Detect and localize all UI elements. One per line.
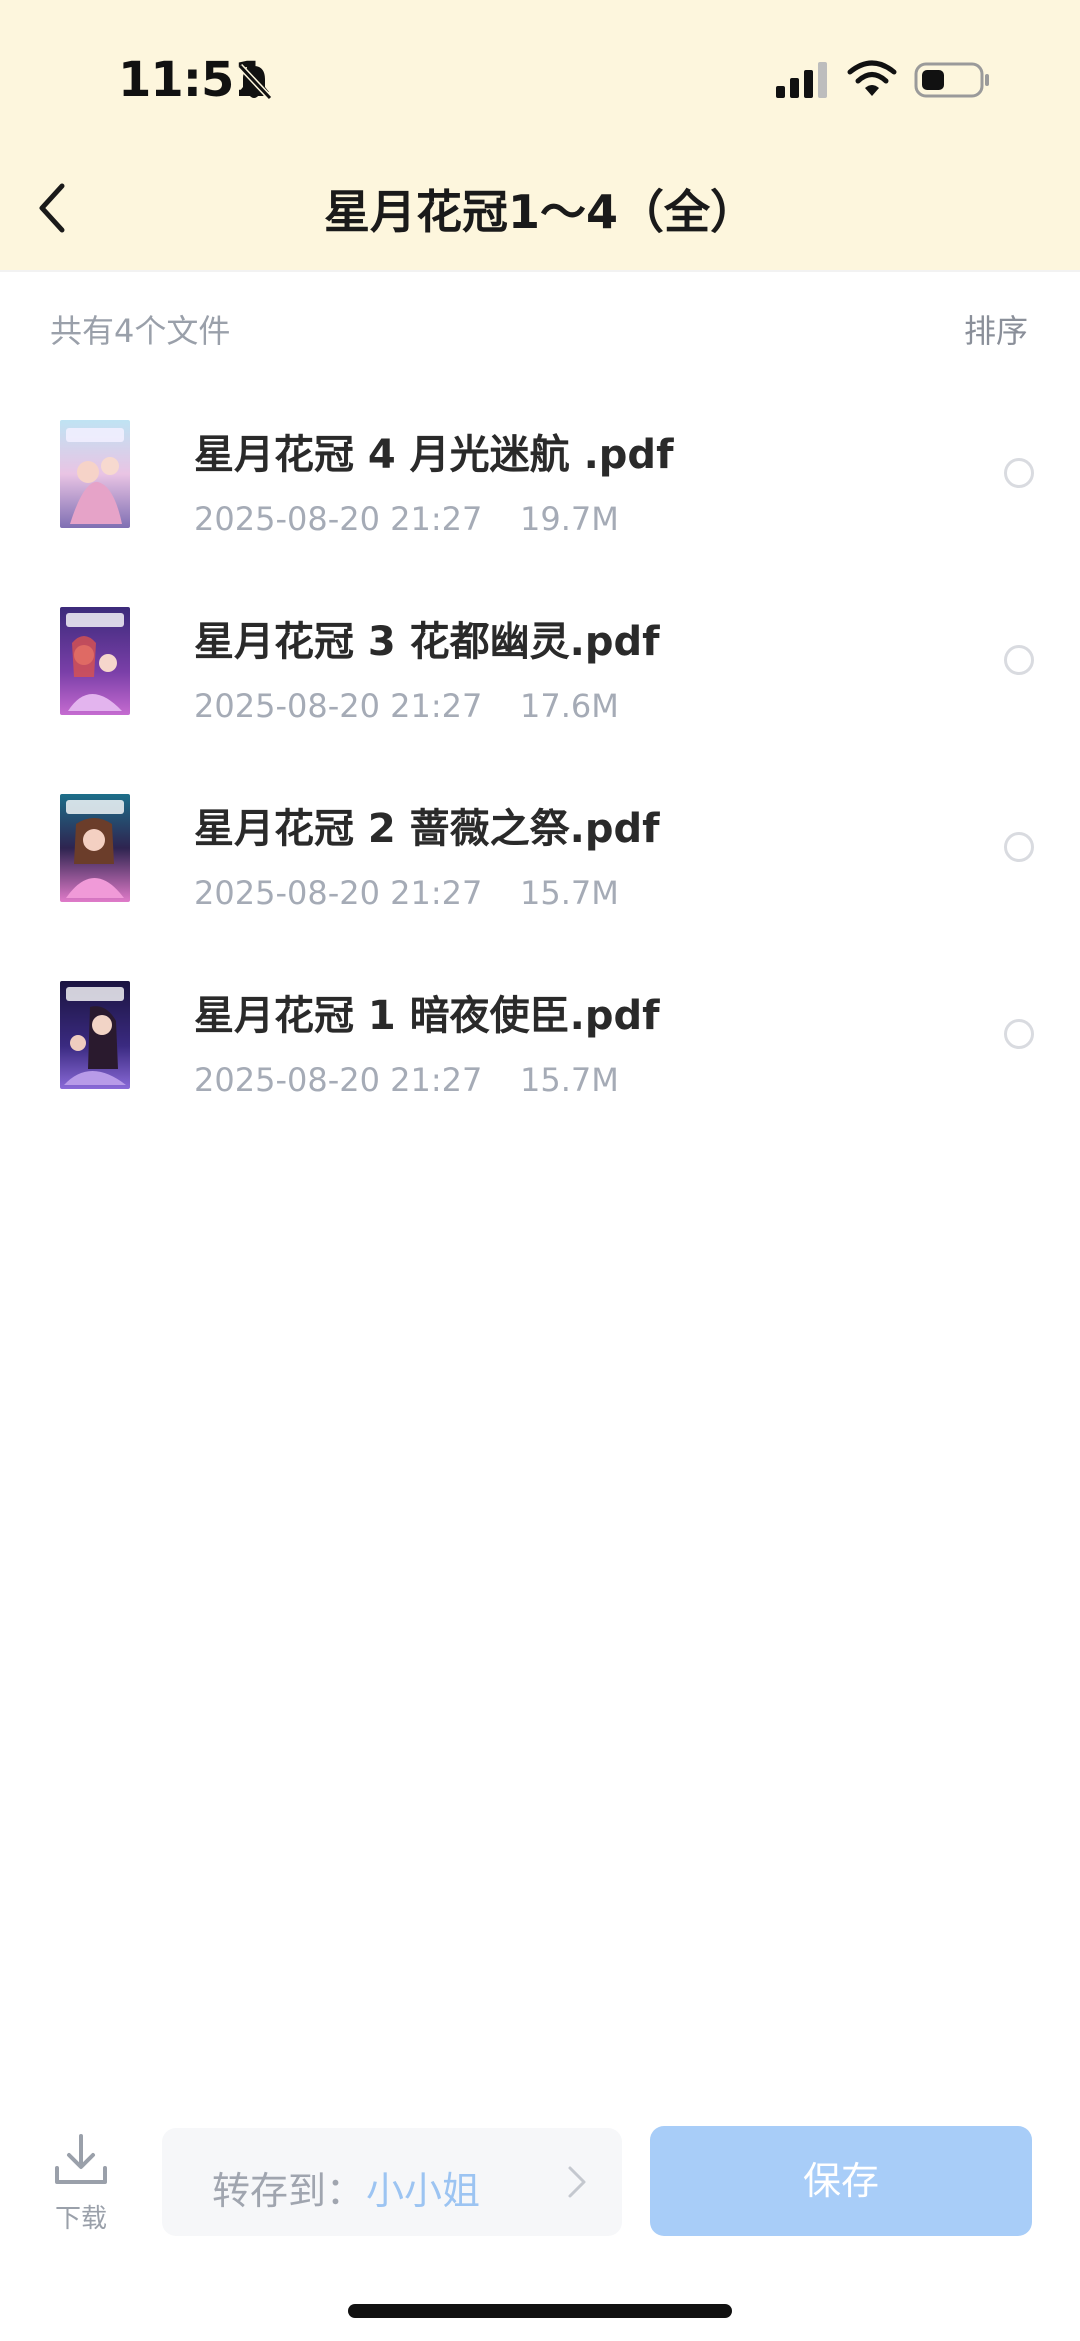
file-row[interactable]: 星月花冠 3 花都幽灵.pdf 2025-08-20 21:27 17.6M [0, 569, 1080, 756]
home-indicator [348, 2304, 732, 2318]
book-cover-thumbnail [60, 607, 130, 715]
save-to-selector[interactable]: 转存到： 小小姐 [162, 2128, 622, 2236]
back-button[interactable] [20, 168, 92, 248]
file-size: 19.7M [520, 500, 619, 538]
wifi-icon [847, 60, 897, 96]
file-row[interactable]: 星月花冠 1 暗夜使臣.pdf 2025-08-20 21:27 15.7M [0, 943, 1080, 1130]
file-date: 2025-08-20 21:27 [194, 687, 483, 725]
file-row[interactable]: 星月花冠 2 蔷薇之祭.pdf 2025-08-20 21:27 15.7M [0, 756, 1080, 943]
file-count: 共有4个文件 [50, 312, 231, 350]
header-divider [0, 270, 1080, 272]
download-icon [55, 2134, 107, 2184]
chevron-right-icon [568, 2166, 586, 2198]
book-cover-thumbnail [60, 981, 130, 1089]
header-bar: 11:51 星月花冠1～4（全） [0, 0, 1080, 270]
file-list: 星月花冠 4 月光迷航 .pdf 2025-08-20 21:27 19.7M … [0, 382, 1080, 1130]
battery-icon [914, 62, 989, 98]
signal-icon [776, 62, 827, 98]
book-cover-thumbnail [60, 420, 130, 528]
file-size: 17.6M [520, 687, 619, 725]
file-date: 2025-08-20 21:27 [194, 1061, 483, 1099]
chevron-left-icon [39, 183, 65, 233]
file-name: 星月花冠 1 暗夜使臣.pdf [194, 993, 660, 1039]
file-size: 15.7M [520, 874, 619, 912]
save-to-label: 转存到： [212, 2169, 365, 2213]
save-to-folder: 小小姐 [366, 2169, 481, 2213]
select-radio[interactable] [1004, 832, 1034, 862]
download-button[interactable]: 下载 [46, 2130, 116, 2240]
page-title: 星月花冠1～4（全） [323, 185, 756, 239]
file-size: 15.7M [520, 1061, 619, 1099]
file-name: 星月花冠 2 蔷薇之祭.pdf [194, 806, 660, 852]
book-cover-thumbnail [60, 794, 130, 902]
select-radio[interactable] [1004, 458, 1034, 488]
save-button[interactable]: 保存 [650, 2126, 1032, 2236]
file-row[interactable]: 星月花冠 4 月光迷航 .pdf 2025-08-20 21:27 19.7M [0, 382, 1080, 569]
file-date: 2025-08-20 21:27 [194, 500, 483, 538]
select-radio[interactable] [1004, 1019, 1034, 1049]
download-label: 下载 [54, 2204, 107, 2234]
bell-slash-icon [237, 63, 273, 101]
file-date: 2025-08-20 21:27 [194, 874, 483, 912]
file-name: 星月花冠 4 月光迷航 .pdf [194, 432, 674, 478]
file-name: 星月花冠 3 花都幽灵.pdf [194, 619, 660, 665]
sort-button[interactable]: 排序 [964, 306, 1028, 352]
select-radio[interactable] [1004, 645, 1034, 675]
